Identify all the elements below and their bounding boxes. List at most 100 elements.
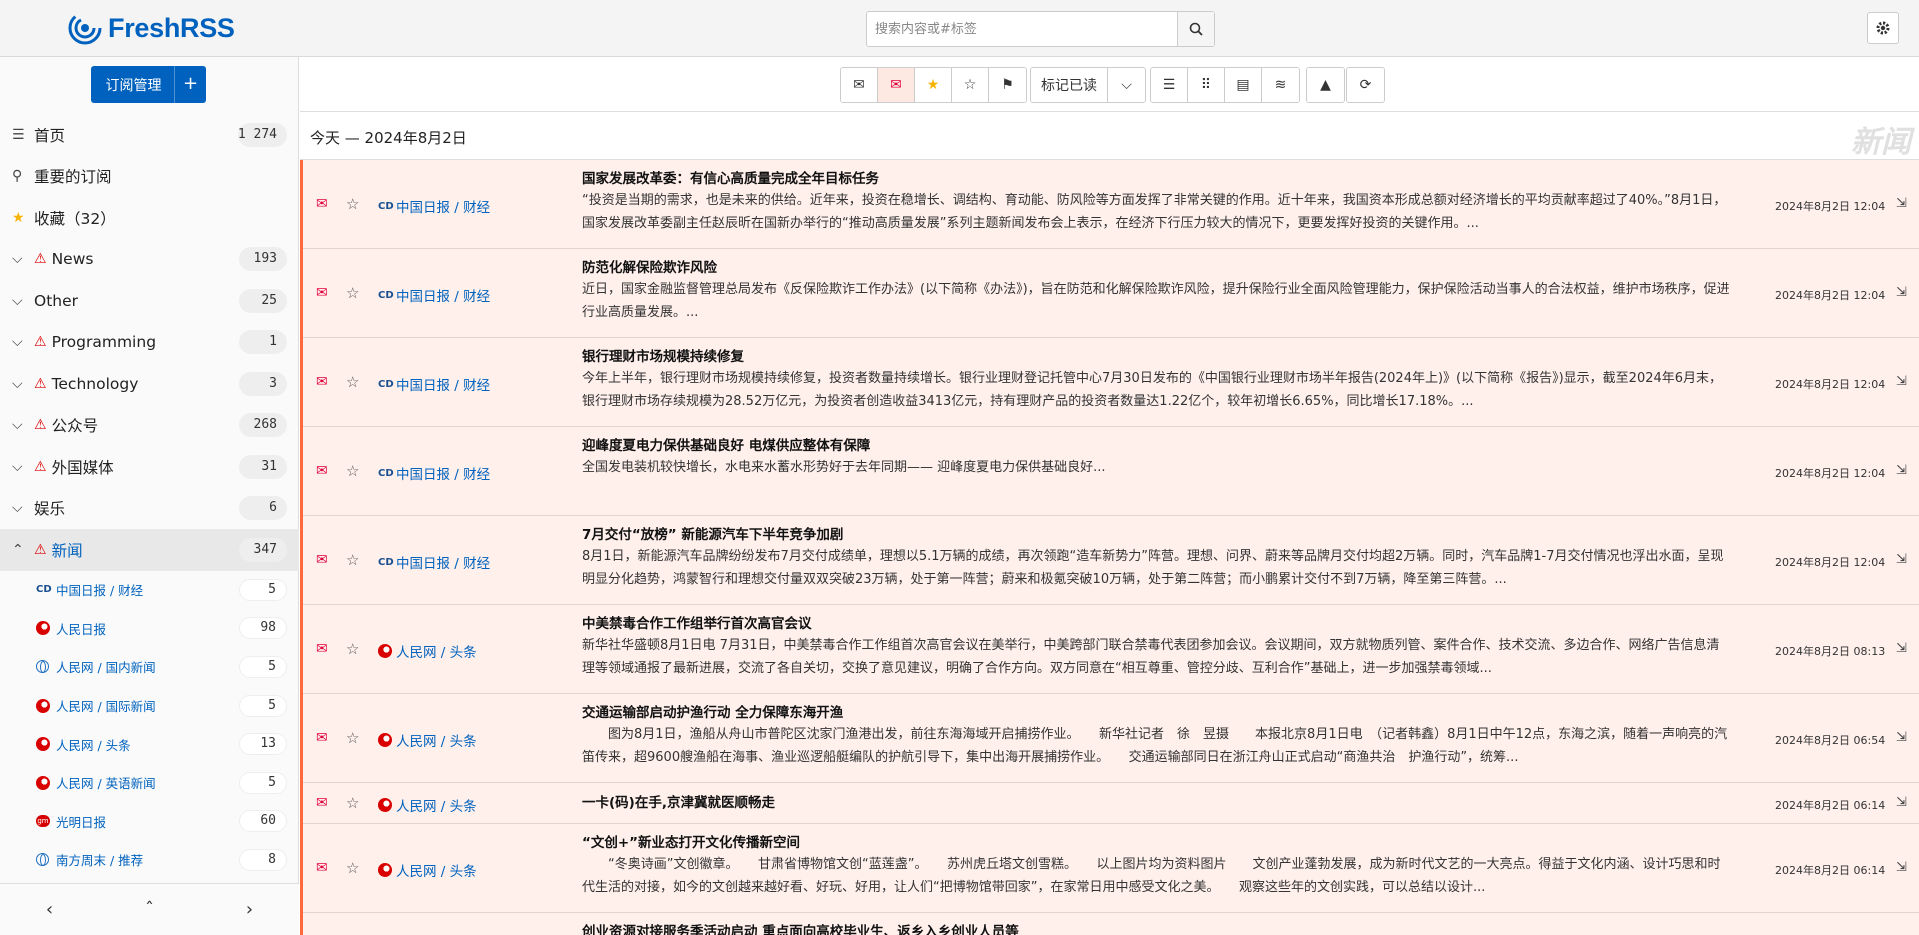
up-arrow-icon[interactable]: ˆ (145, 899, 154, 920)
subscription-management-button[interactable]: 订阅管理 + (91, 66, 206, 103)
sidebar-category-other[interactable]: ⌵ Other 25 (0, 280, 299, 322)
sidebar-category-technology[interactable]: ⌵ ⚠ Technology 3 (0, 363, 299, 405)
star-outline-icon[interactable]: ☆ (346, 729, 359, 747)
external-link-icon[interactable]: ⇲ (1896, 552, 1907, 567)
sidebar-category-foreign-media[interactable]: ⌵ ⚠ 外国媒体 31 (0, 446, 299, 488)
unread-envelope-icon[interactable]: ✉ (316, 374, 328, 390)
sidebar-category-news[interactable]: ⌵ ⚠ News 193 (0, 239, 299, 281)
chevron-down-icon[interactable]: ⌵ (12, 293, 34, 309)
article-feed-link[interactable]: CD 中国日报 / 财经 (378, 552, 490, 572)
star-outline-icon[interactable]: ☆ (346, 462, 359, 480)
star-outline-icon[interactable]: ☆ (346, 640, 359, 658)
sidebar-category-programming[interactable]: ⌵ ⚠ Programming 1 (0, 322, 299, 364)
chevron-down-icon[interactable]: ⌵ (12, 251, 34, 267)
chevron-down-icon[interactable]: ⌵ (12, 417, 34, 433)
sort-order-button[interactable]: ▲ (1307, 68, 1344, 102)
article-row[interactable]: ✉ ☆ 人民网 / 头条 “文创+”新业态打开文化传播新空间 “冬奥诗画”文创徽… (303, 824, 1919, 913)
external-link-icon[interactable]: ⇲ (1896, 196, 1907, 211)
chevron-up-icon[interactable]: ⌃ (12, 542, 34, 558)
article-row[interactable]: ✉ ☆ 人民网 / 头条 一卡(码)在手,京津冀就医顺畅走 2024年8月2日 … (303, 783, 1919, 824)
sidebar-feed-item[interactable]: 人民网 / 国内新闻 5 (0, 648, 299, 687)
article-content[interactable]: 7月交付“放榜” 新能源汽车下半年竞争加剧 8月1日，新能源汽车品牌纷纷发布7月… (582, 526, 1732, 591)
article-feed-link[interactable]: CD 中国日报 / 财经 (378, 285, 490, 305)
unread-envelope-icon[interactable]: ✉ (316, 196, 328, 212)
filter-starred-button[interactable]: ★ (915, 68, 952, 102)
article-row[interactable]: 创业资源对接服务季活动启动 重点面向高校毕业生、返乡入乡创业人员等 (303, 913, 1919, 935)
chevron-down-icon[interactable]: ⌵ (12, 334, 34, 350)
external-link-icon[interactable]: ⇲ (1896, 860, 1907, 875)
sidebar-feed-item[interactable]: 人民网 / 英语新闻 5 (0, 763, 299, 802)
star-outline-icon[interactable]: ☆ (346, 551, 359, 569)
search-button[interactable] (1177, 12, 1214, 46)
article-row[interactable]: ✉ ☆ 人民网 / 头条 交通运输部启动护渔行动 全力保障东海开渔 图为8月1日… (303, 694, 1919, 783)
next-arrow-icon[interactable]: › (246, 899, 253, 920)
article-content[interactable]: 创业资源对接服务季活动启动 重点面向高校毕业生、返乡入乡创业人员等 (582, 923, 1732, 935)
sidebar-feed-item[interactable]: 人民网 / 国际新闻 5 (0, 686, 299, 725)
star-outline-icon[interactable]: ☆ (346, 284, 359, 302)
article-content[interactable]: 银行理财市场规模持续修复 今年上半年，银行理财市场规模持续修复，投资者数量持续增… (582, 348, 1732, 413)
star-outline-icon[interactable]: ☆ (346, 373, 359, 391)
chevron-down-icon[interactable]: ⌵ (12, 376, 34, 392)
external-link-icon[interactable]: ⇲ (1896, 730, 1907, 745)
external-link-icon[interactable]: ⇲ (1896, 641, 1907, 656)
plus-icon[interactable]: + (174, 66, 206, 103)
unread-envelope-icon[interactable]: ✉ (316, 552, 328, 568)
reader-view-button[interactable]: ▤ (1225, 68, 1262, 102)
previous-arrow-icon[interactable]: ‹ (46, 899, 53, 920)
article-content[interactable]: 一卡(码)在手,京津冀就医顺畅走 (582, 794, 1732, 813)
article-feed-link[interactable]: CD 中国日报 / 财经 (378, 463, 490, 483)
external-link-icon[interactable]: ⇲ (1896, 285, 1907, 300)
sidebar-category-xinwen[interactable]: ⌃ ⚠ 新闻 347 (0, 529, 299, 571)
article-content[interactable]: 交通运输部启动护渔行动 全力保障东海开渔 图为8月1日，渔船从舟山市普陀区沈家门… (582, 704, 1732, 769)
external-link-icon[interactable]: ⇲ (1896, 795, 1907, 810)
filter-unstarred-button[interactable]: ☆ (952, 68, 989, 102)
sidebar-feed-item[interactable]: CD 中国日报 / 财经 5 (0, 571, 299, 610)
filter-read-button[interactable]: ✉ (841, 68, 878, 102)
unread-envelope-icon[interactable]: ✉ (316, 463, 328, 479)
article-row[interactable]: ✉ ☆ CD 中国日报 / 财经 国家发展改革委：有信心高质量完成全年目标任务 “… (303, 160, 1919, 249)
article-feed-link[interactable]: 人民网 / 头条 (378, 860, 477, 880)
sidebar-feed-item[interactable]: 人民网 / 头条 13 (0, 725, 299, 764)
article-feed-link[interactable]: 人民网 / 头条 (378, 641, 477, 661)
search-input[interactable] (867, 12, 1177, 46)
article-feed-link[interactable]: 人民网 / 头条 (378, 795, 477, 815)
sidebar-item-home[interactable]: ☰ 首页 1 274 (0, 114, 299, 156)
star-outline-icon[interactable]: ☆ (346, 794, 359, 812)
article-content[interactable]: 防范化解保险欺诈风险 近日，国家金融监督管理总局发布《反保险欺诈工作办法》(以下… (582, 259, 1732, 324)
unread-envelope-icon[interactable]: ✉ (316, 641, 328, 657)
unread-envelope-icon[interactable]: ✉ (316, 285, 328, 301)
sidebar-feed-item[interactable]: gm 光明日报 60 (0, 802, 299, 841)
article-content[interactable]: 国家发展改革委：有信心高质量完成全年目标任务 “投资是当期的需求，也是未来的供给… (582, 170, 1732, 235)
rss-feed-button[interactable]: ≋ (1262, 68, 1299, 102)
chevron-down-icon[interactable]: ⌵ (12, 500, 34, 516)
article-row[interactable]: ✉ ☆ CD 中国日报 / 财经 7月交付“放榜” 新能源汽车下半年竞争加剧 8月… (303, 516, 1919, 605)
mark-read-button[interactable]: 标记已读 (1031, 68, 1108, 102)
freshrss-logo[interactable]: FreshRSS (68, 10, 235, 46)
article-row[interactable]: ✉ ☆ CD 中国日报 / 财经 银行理财市场规模持续修复 今年上半年，银行理财市… (303, 338, 1919, 427)
filter-unread-button[interactable]: ✉ (878, 68, 915, 102)
sidebar-item-important[interactable]: ⚲ 重要的订阅 (0, 156, 299, 198)
article-row[interactable]: ✉ ☆ 人民网 / 头条 中美禁毒合作工作组举行首次高官会议 新华社华盛顿8月1… (303, 605, 1919, 694)
settings-button[interactable] (1867, 12, 1899, 44)
article-content[interactable]: “文创+”新业态打开文化传播新空间 “冬奥诗画”文创徽章。 甘肃省博物馆文创“蓝… (582, 834, 1732, 899)
star-outline-icon[interactable]: ☆ (346, 195, 359, 213)
external-link-icon[interactable]: ⇲ (1896, 463, 1907, 478)
sidebar-feed-item[interactable]: 南方周末 / 推荐 8 (0, 841, 299, 880)
star-outline-icon[interactable]: ☆ (346, 859, 359, 877)
article-feed-link[interactable]: CD 中国日报 / 财经 (378, 196, 490, 216)
sidebar-category-gongzhonghao[interactable]: ⌵ ⚠ 公众号 268 (0, 405, 299, 447)
article-feed-link[interactable]: CD 中国日报 / 财经 (378, 374, 490, 394)
article-row[interactable]: ✉ ☆ CD 中国日报 / 财经 防范化解保险欺诈风险 近日，国家金融监督管理总局… (303, 249, 1919, 338)
article-content[interactable]: 迎峰度夏电力保供基础良好 电煤供应整体有保障 全国发电装机较快增长，水电来水蓄水… (582, 437, 1732, 502)
article-feed-link[interactable]: 人民网 / 头条 (378, 730, 477, 750)
list-view-button[interactable]: ☰ (1151, 68, 1188, 102)
unread-envelope-icon[interactable]: ✉ (316, 795, 328, 811)
filter-bookmark-button[interactable]: ⚑ (989, 68, 1026, 102)
sidebar-category-entertainment[interactable]: ⌵ 娱乐 6 (0, 488, 299, 530)
mark-read-dropdown[interactable]: ⌵ (1108, 68, 1145, 102)
unread-envelope-icon[interactable]: ✉ (316, 730, 328, 746)
article-row[interactable]: ✉ ☆ CD 中国日报 / 财经 迎峰度夏电力保供基础良好 电煤供应整体有保障 全… (303, 427, 1919, 516)
grid-view-button[interactable]: ⠿ (1188, 68, 1225, 102)
refresh-button[interactable]: ⟳ (1347, 68, 1384, 102)
external-link-icon[interactable]: ⇲ (1896, 374, 1907, 389)
